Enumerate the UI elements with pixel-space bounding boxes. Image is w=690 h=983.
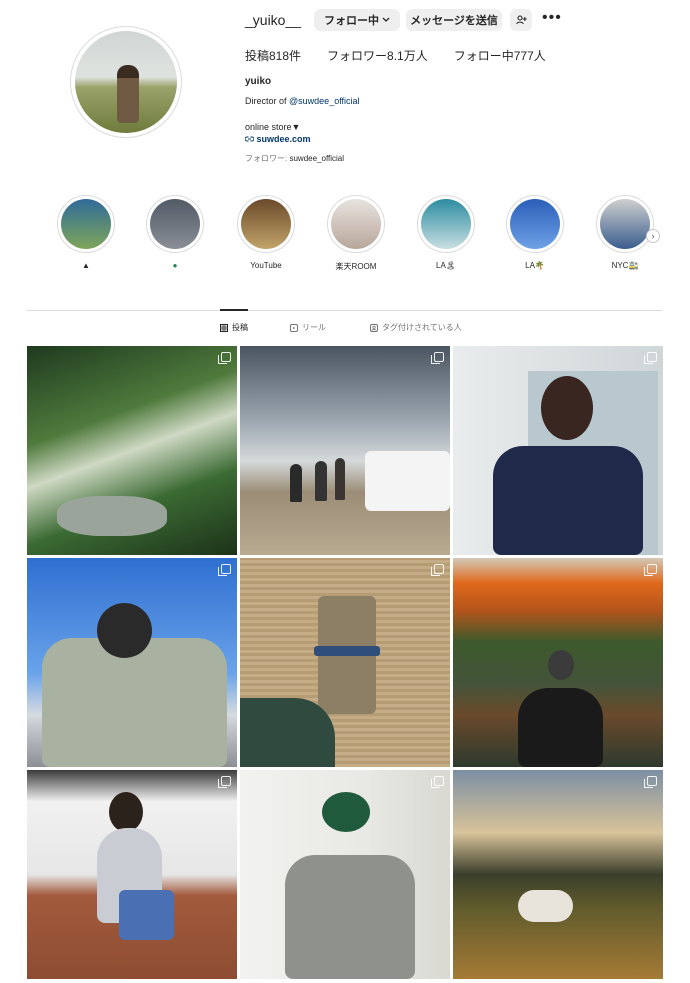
multiple-photos-icon bbox=[431, 776, 444, 788]
post-detail-shape bbox=[119, 890, 174, 940]
highlight-item[interactable]: ▲ bbox=[55, 195, 117, 270]
post-thumbnail[interactable] bbox=[453, 558, 663, 767]
tab-posts[interactable]: 投稿 bbox=[220, 322, 248, 333]
highlight-cover bbox=[510, 199, 560, 249]
avatar-person bbox=[117, 65, 139, 123]
reels-icon bbox=[290, 323, 298, 332]
highlight-label: 楽天ROOM bbox=[335, 262, 377, 271]
post-thumbnail[interactable] bbox=[240, 346, 450, 555]
multiple-photos-icon bbox=[431, 352, 444, 364]
profile-stats: 投稿818件 フォロワー8.1万人 フォロー中777人 bbox=[245, 47, 546, 64]
highlight-cover bbox=[61, 199, 111, 249]
link-icon bbox=[244, 136, 255, 142]
multiple-photos-icon bbox=[218, 352, 231, 364]
highlight-label: LA🏝 bbox=[436, 261, 456, 270]
highlight-cover bbox=[600, 199, 650, 249]
message-button-label: メッセージを送信 bbox=[410, 15, 498, 27]
post-detail-shape bbox=[240, 698, 335, 767]
post-thumbnail[interactable] bbox=[27, 558, 237, 767]
highlight-label: NYC🚉 bbox=[611, 261, 639, 270]
tabs-divider bbox=[27, 310, 662, 311]
post-detail-shape bbox=[365, 451, 450, 511]
bio-mention-link[interactable]: @suwdee_official bbox=[289, 96, 360, 106]
post-detail-shape bbox=[57, 496, 167, 536]
message-button[interactable]: メッセージを送信 bbox=[406, 9, 502, 31]
chevron-down-icon bbox=[382, 17, 390, 22]
post-detail-shape bbox=[322, 792, 370, 832]
tab-reels-label: リール bbox=[302, 323, 326, 332]
multiple-photos-icon bbox=[431, 564, 444, 576]
multiple-photos-icon bbox=[644, 352, 657, 364]
post-thumbnail[interactable] bbox=[453, 770, 663, 979]
post-thumbnail[interactable] bbox=[27, 346, 237, 555]
profile-link-text: suwdee.com bbox=[256, 134, 311, 144]
post-thumbnail[interactable] bbox=[27, 770, 237, 979]
followed-by-prefix: フォロワー: bbox=[245, 154, 288, 163]
post-detail-shape bbox=[290, 464, 302, 502]
more-options-icon[interactable]: ••• bbox=[542, 9, 562, 27]
highlight-label: YouTube bbox=[250, 261, 282, 270]
multiple-photos-icon bbox=[218, 776, 231, 788]
tab-posts-label: 投稿 bbox=[232, 323, 248, 332]
story-highlights: ▲ ● YouTube 楽天ROOM LA🏝 LA🌴 NYC🚉 bbox=[0, 195, 690, 275]
chevron-right-icon[interactable]: › bbox=[646, 229, 660, 243]
multiple-photos-icon bbox=[644, 776, 657, 788]
store-label: online store▼ bbox=[245, 122, 301, 132]
post-detail-shape bbox=[335, 458, 345, 500]
tagged-icon bbox=[370, 323, 378, 332]
highlight-cover bbox=[421, 199, 471, 249]
post-thumbnail[interactable] bbox=[240, 558, 450, 767]
following-button[interactable]: フォロー中 bbox=[314, 9, 400, 31]
profile-avatar[interactable] bbox=[70, 26, 182, 138]
followed-by-account: suwdee_official bbox=[289, 154, 345, 163]
highlight-cover bbox=[331, 199, 381, 249]
add-user-icon bbox=[515, 15, 527, 25]
highlight-label: ● bbox=[172, 261, 178, 270]
posts-count: 投稿818件 bbox=[245, 49, 302, 63]
followers-count[interactable]: フォロワー8.1万人 bbox=[327, 47, 428, 64]
highlight-label: ▲ bbox=[82, 261, 90, 270]
username: _yuiko__ bbox=[245, 12, 302, 28]
highlight-cover bbox=[150, 199, 200, 249]
highlight-cover bbox=[241, 199, 291, 249]
grid-icon bbox=[220, 323, 228, 332]
highlight-label: LA🌴 bbox=[525, 261, 545, 270]
following-count[interactable]: フォロー中777人 bbox=[454, 47, 546, 64]
post-detail-shape bbox=[518, 890, 573, 922]
followed-by[interactable]: フォロワー: suwdee_official bbox=[245, 153, 344, 164]
multiple-photos-icon bbox=[218, 564, 231, 576]
profile-link[interactable]: suwdee.com bbox=[244, 134, 311, 144]
tab-reels[interactable]: リール bbox=[290, 322, 326, 333]
post-detail-shape bbox=[541, 376, 593, 440]
post-detail-shape bbox=[493, 446, 643, 555]
highlight-item[interactable]: LA🌴 bbox=[504, 195, 566, 270]
tab-tagged-label: タグ付けされている人 bbox=[382, 323, 462, 332]
post-detail-shape bbox=[97, 603, 152, 658]
post-detail-shape bbox=[548, 650, 574, 680]
bio: Director of @suwdee_official bbox=[245, 96, 360, 106]
following-button-label: フォロー中 bbox=[324, 15, 379, 27]
post-detail-shape bbox=[109, 792, 143, 832]
highlight-item[interactable]: YouTube bbox=[235, 195, 297, 270]
bio-text: Director of bbox=[245, 96, 287, 106]
post-detail-shape bbox=[314, 646, 380, 656]
post-detail-shape bbox=[518, 688, 603, 767]
add-user-button[interactable] bbox=[510, 9, 532, 31]
post-thumbnail[interactable] bbox=[453, 346, 663, 555]
highlight-item[interactable]: 楽天ROOM bbox=[325, 195, 387, 272]
highlight-item[interactable]: ● bbox=[144, 195, 206, 270]
highlight-item[interactable]: LA🏝 bbox=[415, 195, 477, 270]
posts-grid bbox=[27, 346, 663, 979]
full-name: yuiko bbox=[245, 76, 272, 87]
active-tab-indicator bbox=[220, 309, 248, 311]
avatar-image bbox=[75, 31, 177, 133]
post-detail-shape bbox=[315, 461, 327, 501]
multiple-photos-icon bbox=[644, 564, 657, 576]
post-thumbnail[interactable] bbox=[240, 770, 450, 979]
tab-tagged[interactable]: タグ付けされている人 bbox=[370, 322, 462, 333]
post-detail-shape bbox=[42, 638, 227, 767]
post-detail-shape bbox=[285, 855, 415, 979]
